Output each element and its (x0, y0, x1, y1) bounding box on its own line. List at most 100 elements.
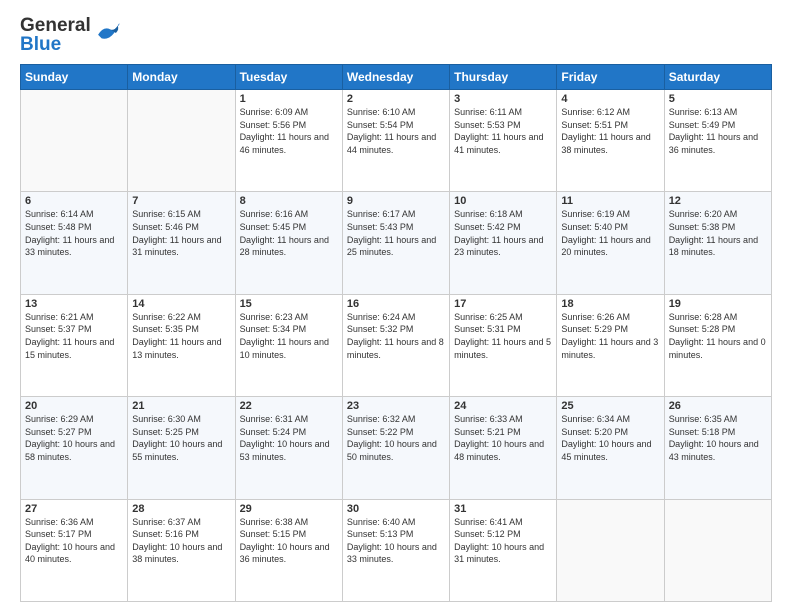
day-content: Sunrise: 6:24 AM Sunset: 5:32 PM Dayligh… (347, 311, 445, 361)
day-content: Sunrise: 6:25 AM Sunset: 5:31 PM Dayligh… (454, 311, 552, 361)
day-number: 23 (347, 400, 445, 412)
day-number: 2 (347, 93, 445, 105)
calendar-header-sunday: Sunday (21, 65, 128, 90)
calendar-cell: 27Sunrise: 6:36 AM Sunset: 5:17 PM Dayli… (21, 499, 128, 601)
calendar-header-row: SundayMondayTuesdayWednesdayThursdayFrid… (21, 65, 772, 90)
day-content: Sunrise: 6:34 AM Sunset: 5:20 PM Dayligh… (561, 413, 659, 463)
calendar-header-monday: Monday (128, 65, 235, 90)
day-content: Sunrise: 6:36 AM Sunset: 5:17 PM Dayligh… (25, 516, 123, 566)
calendar-cell: 12Sunrise: 6:20 AM Sunset: 5:38 PM Dayli… (664, 192, 771, 294)
calendar-cell (21, 90, 128, 192)
calendar-cell (664, 499, 771, 601)
day-content: Sunrise: 6:13 AM Sunset: 5:49 PM Dayligh… (669, 106, 767, 156)
day-content: Sunrise: 6:14 AM Sunset: 5:48 PM Dayligh… (25, 208, 123, 258)
day-content: Sunrise: 6:31 AM Sunset: 5:24 PM Dayligh… (240, 413, 338, 463)
calendar-cell: 19Sunrise: 6:28 AM Sunset: 5:28 PM Dayli… (664, 294, 771, 396)
page: General Blue SundayMondayTuesdayWednesda… (0, 0, 792, 612)
logo-blue-text: Blue (20, 35, 91, 54)
day-number: 16 (347, 298, 445, 310)
day-number: 13 (25, 298, 123, 310)
calendar-cell: 10Sunrise: 6:18 AM Sunset: 5:42 PM Dayli… (450, 192, 557, 294)
day-number: 22 (240, 400, 338, 412)
day-number: 24 (454, 400, 552, 412)
calendar-cell: 24Sunrise: 6:33 AM Sunset: 5:21 PM Dayli… (450, 397, 557, 499)
calendar-cell: 31Sunrise: 6:41 AM Sunset: 5:12 PM Dayli… (450, 499, 557, 601)
calendar-week-0: 1Sunrise: 6:09 AM Sunset: 5:56 PM Daylig… (21, 90, 772, 192)
day-number: 27 (25, 503, 123, 515)
day-number: 25 (561, 400, 659, 412)
calendar-cell: 1Sunrise: 6:09 AM Sunset: 5:56 PM Daylig… (235, 90, 342, 192)
logo-container: General Blue (20, 16, 121, 54)
logo-text-group: General Blue (20, 16, 91, 54)
day-number: 10 (454, 195, 552, 207)
calendar-cell (557, 499, 664, 601)
calendar-cell: 21Sunrise: 6:30 AM Sunset: 5:25 PM Dayli… (128, 397, 235, 499)
calendar-cell: 30Sunrise: 6:40 AM Sunset: 5:13 PM Dayli… (342, 499, 449, 601)
day-number: 21 (132, 400, 230, 412)
day-content: Sunrise: 6:16 AM Sunset: 5:45 PM Dayligh… (240, 208, 338, 258)
day-content: Sunrise: 6:35 AM Sunset: 5:18 PM Dayligh… (669, 413, 767, 463)
calendar-cell: 17Sunrise: 6:25 AM Sunset: 5:31 PM Dayli… (450, 294, 557, 396)
day-content: Sunrise: 6:10 AM Sunset: 5:54 PM Dayligh… (347, 106, 445, 156)
logo-general-text: General (20, 16, 91, 35)
calendar-cell: 14Sunrise: 6:22 AM Sunset: 5:35 PM Dayli… (128, 294, 235, 396)
day-content: Sunrise: 6:28 AM Sunset: 5:28 PM Dayligh… (669, 311, 767, 361)
calendar-header-friday: Friday (557, 65, 664, 90)
day-number: 1 (240, 93, 338, 105)
day-number: 5 (669, 93, 767, 105)
day-number: 29 (240, 503, 338, 515)
day-number: 14 (132, 298, 230, 310)
day-content: Sunrise: 6:11 AM Sunset: 5:53 PM Dayligh… (454, 106, 552, 156)
day-number: 7 (132, 195, 230, 207)
day-number: 26 (669, 400, 767, 412)
calendar-cell: 28Sunrise: 6:37 AM Sunset: 5:16 PM Dayli… (128, 499, 235, 601)
day-number: 3 (454, 93, 552, 105)
calendar-week-1: 6Sunrise: 6:14 AM Sunset: 5:48 PM Daylig… (21, 192, 772, 294)
calendar-week-3: 20Sunrise: 6:29 AM Sunset: 5:27 PM Dayli… (21, 397, 772, 499)
day-content: Sunrise: 6:19 AM Sunset: 5:40 PM Dayligh… (561, 208, 659, 258)
day-content: Sunrise: 6:20 AM Sunset: 5:38 PM Dayligh… (669, 208, 767, 258)
day-content: Sunrise: 6:37 AM Sunset: 5:16 PM Dayligh… (132, 516, 230, 566)
calendar-cell: 9Sunrise: 6:17 AM Sunset: 5:43 PM Daylig… (342, 192, 449, 294)
day-content: Sunrise: 6:21 AM Sunset: 5:37 PM Dayligh… (25, 311, 123, 361)
day-number: 15 (240, 298, 338, 310)
logo: General Blue (20, 16, 121, 54)
day-content: Sunrise: 6:41 AM Sunset: 5:12 PM Dayligh… (454, 516, 552, 566)
calendar-cell: 18Sunrise: 6:26 AM Sunset: 5:29 PM Dayli… (557, 294, 664, 396)
day-content: Sunrise: 6:23 AM Sunset: 5:34 PM Dayligh… (240, 311, 338, 361)
calendar-header-saturday: Saturday (664, 65, 771, 90)
day-number: 9 (347, 195, 445, 207)
calendar-cell: 20Sunrise: 6:29 AM Sunset: 5:27 PM Dayli… (21, 397, 128, 499)
day-number: 12 (669, 195, 767, 207)
calendar-cell: 26Sunrise: 6:35 AM Sunset: 5:18 PM Dayli… (664, 397, 771, 499)
day-number: 6 (25, 195, 123, 207)
day-number: 11 (561, 195, 659, 207)
day-content: Sunrise: 6:26 AM Sunset: 5:29 PM Dayligh… (561, 311, 659, 361)
calendar-cell: 15Sunrise: 6:23 AM Sunset: 5:34 PM Dayli… (235, 294, 342, 396)
day-number: 18 (561, 298, 659, 310)
calendar-cell: 2Sunrise: 6:10 AM Sunset: 5:54 PM Daylig… (342, 90, 449, 192)
day-number: 8 (240, 195, 338, 207)
day-number: 19 (669, 298, 767, 310)
calendar-cell: 13Sunrise: 6:21 AM Sunset: 5:37 PM Dayli… (21, 294, 128, 396)
calendar-week-4: 27Sunrise: 6:36 AM Sunset: 5:17 PM Dayli… (21, 499, 772, 601)
day-number: 28 (132, 503, 230, 515)
day-content: Sunrise: 6:17 AM Sunset: 5:43 PM Dayligh… (347, 208, 445, 258)
day-content: Sunrise: 6:12 AM Sunset: 5:51 PM Dayligh… (561, 106, 659, 156)
header: General Blue (20, 16, 772, 54)
calendar-cell (128, 90, 235, 192)
calendar-cell: 11Sunrise: 6:19 AM Sunset: 5:40 PM Dayli… (557, 192, 664, 294)
day-content: Sunrise: 6:32 AM Sunset: 5:22 PM Dayligh… (347, 413, 445, 463)
day-content: Sunrise: 6:38 AM Sunset: 5:15 PM Dayligh… (240, 516, 338, 566)
calendar-cell: 25Sunrise: 6:34 AM Sunset: 5:20 PM Dayli… (557, 397, 664, 499)
day-content: Sunrise: 6:30 AM Sunset: 5:25 PM Dayligh… (132, 413, 230, 463)
calendar-cell: 23Sunrise: 6:32 AM Sunset: 5:22 PM Dayli… (342, 397, 449, 499)
day-content: Sunrise: 6:18 AM Sunset: 5:42 PM Dayligh… (454, 208, 552, 258)
day-number: 31 (454, 503, 552, 515)
day-content: Sunrise: 6:15 AM Sunset: 5:46 PM Dayligh… (132, 208, 230, 258)
day-content: Sunrise: 6:09 AM Sunset: 5:56 PM Dayligh… (240, 106, 338, 156)
day-number: 20 (25, 400, 123, 412)
calendar-cell: 8Sunrise: 6:16 AM Sunset: 5:45 PM Daylig… (235, 192, 342, 294)
day-content: Sunrise: 6:22 AM Sunset: 5:35 PM Dayligh… (132, 311, 230, 361)
calendar-week-2: 13Sunrise: 6:21 AM Sunset: 5:37 PM Dayli… (21, 294, 772, 396)
